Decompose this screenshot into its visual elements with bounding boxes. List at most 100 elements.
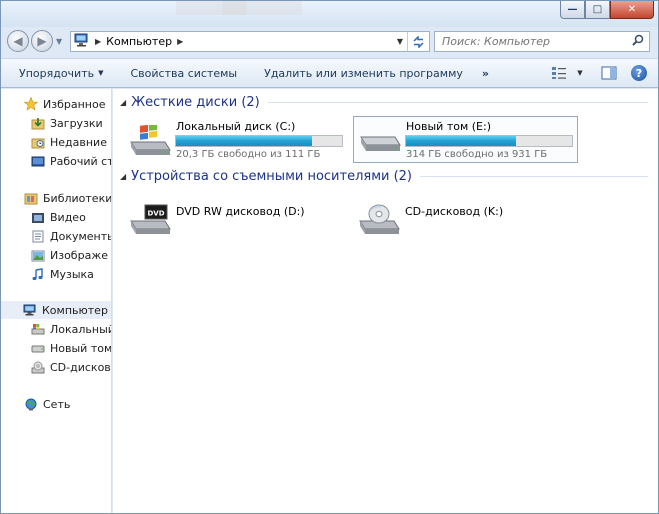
nav-network[interactable]: Сеть xyxy=(23,395,111,413)
toolbar-right: ▼ ? xyxy=(546,62,658,84)
nav-new-volume[interactable]: Новый том ( xyxy=(30,339,111,357)
nav-label: Библиотеки xyxy=(43,191,112,205)
view-dropdown-icon[interactable]: ▼ xyxy=(572,62,588,84)
windows-drive-icon xyxy=(128,122,172,160)
music-note-icon xyxy=(30,267,46,281)
refresh-button[interactable] xyxy=(407,32,429,51)
nav-label: Документы xyxy=(50,229,112,243)
nav-label: Сеть xyxy=(43,397,71,411)
video-library-icon xyxy=(30,210,46,224)
view-options-icon xyxy=(552,67,566,79)
nav-label: Загрузки xyxy=(50,116,103,130)
explorer-window: — □ ✕ ◀ ▶ ▼ ▶ Компьютер ▶ ▼ Поиск: Компь… xyxy=(0,0,659,514)
minimize-button[interactable]: — xyxy=(560,1,585,19)
images-library-icon xyxy=(30,248,46,262)
address-bar[interactable]: ▶ Компьютер ▶ ▼ xyxy=(70,31,430,52)
drive-name: Локальный диск (C:) xyxy=(176,120,296,133)
search-icon[interactable] xyxy=(632,34,644,49)
system-properties-button[interactable]: Свойства системы xyxy=(113,58,247,88)
drive-c[interactable]: Локальный диск (C:) 20,3 ГБ свободно из … xyxy=(124,117,349,164)
nav-recent-places[interactable]: Недавние ме xyxy=(30,133,111,151)
collapse-triangle-icon[interactable]: ◢ xyxy=(120,172,126,181)
nav-documents[interactable]: Документы xyxy=(30,227,112,245)
nav-label: Локальный д xyxy=(50,322,112,336)
nav-video[interactable]: Видео xyxy=(30,208,111,226)
documents-library-icon xyxy=(30,229,46,243)
drive-name: CD-дисковод (K:) xyxy=(405,205,504,218)
drive-name: DVD RW дисковод (D:) xyxy=(176,205,305,218)
uninstall-program-button[interactable]: Удалить или изменить программу xyxy=(246,58,472,88)
nav-music[interactable]: Музыка xyxy=(30,265,111,283)
window-controls: — □ ✕ xyxy=(560,1,654,19)
nav-libraries[interactable]: Библиотеки xyxy=(23,189,112,207)
recent-pages-icon[interactable]: ▼ xyxy=(56,37,62,46)
computer-icon xyxy=(74,33,90,50)
star-icon xyxy=(23,97,39,111)
search-input[interactable] xyxy=(442,35,622,48)
nav-cd-drive[interactable]: CD-дисково xyxy=(30,358,112,376)
nav-desktop[interactable]: Рабочий сто xyxy=(30,152,111,170)
title-bar[interactable]: — □ ✕ xyxy=(1,1,658,27)
drive-free-space: 314 ГБ свободно из 931 ГБ xyxy=(406,149,548,160)
forward-button[interactable]: ▶ xyxy=(31,30,53,52)
group-divider xyxy=(267,102,648,103)
nav-label: Изображе xyxy=(50,248,108,262)
collapse-triangle-icon[interactable]: ◢ xyxy=(120,98,126,107)
organize-menu[interactable]: Упорядочить ▼ xyxy=(1,58,113,88)
help-button[interactable]: ? xyxy=(626,62,652,84)
maximize-button[interactable]: □ xyxy=(585,1,610,19)
nav-local-disk[interactable]: Локальный д xyxy=(30,320,112,338)
back-button[interactable]: ◀ xyxy=(7,30,29,52)
drive-d[interactable]: DVD DVD RW дисковод (D:) xyxy=(124,199,349,246)
organize-label: Упорядочить xyxy=(19,66,95,80)
breadcrumb-separator-icon[interactable]: ▶ xyxy=(95,37,101,46)
drive-k[interactable]: CD-дисковод (K:) xyxy=(353,199,578,246)
drive-name: Новый том (E:) xyxy=(406,120,491,133)
nav-images[interactable]: Изображе xyxy=(30,246,111,264)
refresh-icon xyxy=(413,35,424,48)
breadcrumb-separator-icon[interactable]: ▶ xyxy=(177,37,183,46)
preview-pane-button[interactable] xyxy=(596,62,622,84)
nav-label: Избранное xyxy=(43,97,106,111)
uninstall-label: Удалить или изменить программу xyxy=(264,66,463,80)
chevron-down-icon: ▼ xyxy=(98,69,104,77)
downloads-folder-icon xyxy=(30,116,46,130)
dvd-drive-icon: DVD xyxy=(128,201,172,240)
nav-label: Компьютер xyxy=(42,303,108,317)
breadcrumb-computer[interactable]: Компьютер xyxy=(106,35,172,48)
group-title: Устройства со съемными носителями (2) xyxy=(131,169,413,184)
navigation-pane: Избранное Загрузки Недавние ме Рабочий с… xyxy=(1,89,112,513)
drive-usage-fill xyxy=(176,136,312,146)
nav-computer[interactable]: Компьютер xyxy=(1,301,111,319)
address-row: ◀ ▶ ▼ ▶ Компьютер ▶ ▼ xyxy=(1,29,658,55)
help-icon: ? xyxy=(631,65,647,81)
hard-drive-icon xyxy=(30,341,46,355)
drive-usage-bar xyxy=(175,135,343,147)
nav-favorites[interactable]: Избранное xyxy=(23,95,111,113)
windows-drive-icon xyxy=(30,322,46,336)
back-arrow-icon: ◀ xyxy=(13,34,23,48)
libraries-icon xyxy=(23,191,39,205)
command-bar: Упорядочить ▼ Свойства системы Удалить ил… xyxy=(1,58,658,88)
computer-icon xyxy=(22,303,38,317)
recent-places-icon xyxy=(30,135,46,149)
search-box[interactable] xyxy=(434,31,650,52)
drive-e[interactable]: Новый том (E:) 314 ГБ свободно из 931 ГБ xyxy=(353,116,578,163)
system-properties-label: Свойства системы xyxy=(130,66,238,80)
change-view-button[interactable] xyxy=(546,62,572,84)
more-commands-button[interactable]: » xyxy=(472,58,498,88)
hard-disks-group-header[interactable]: ◢ Жесткие диски (2) xyxy=(120,95,648,110)
nav-label: Видео xyxy=(50,210,86,224)
removable-group-header[interactable]: ◢ Устройства со съемными носителями (2) xyxy=(120,169,648,184)
cd-drive-icon xyxy=(357,201,401,240)
preview-pane-icon xyxy=(601,66,617,80)
group-divider xyxy=(420,176,648,177)
group-title: Жесткие диски (2) xyxy=(131,95,260,110)
desktop-icon xyxy=(30,154,46,168)
close-button[interactable]: ✕ xyxy=(610,1,654,19)
address-dropdown-icon[interactable]: ▼ xyxy=(393,37,407,46)
nav-label: CD-дисково xyxy=(50,360,112,374)
nav-downloads[interactable]: Загрузки xyxy=(30,114,111,132)
content-pane: ◢ Жесткие диски (2) Локальный диск (C:) … xyxy=(113,89,658,513)
drive-usage-bar xyxy=(405,135,573,147)
